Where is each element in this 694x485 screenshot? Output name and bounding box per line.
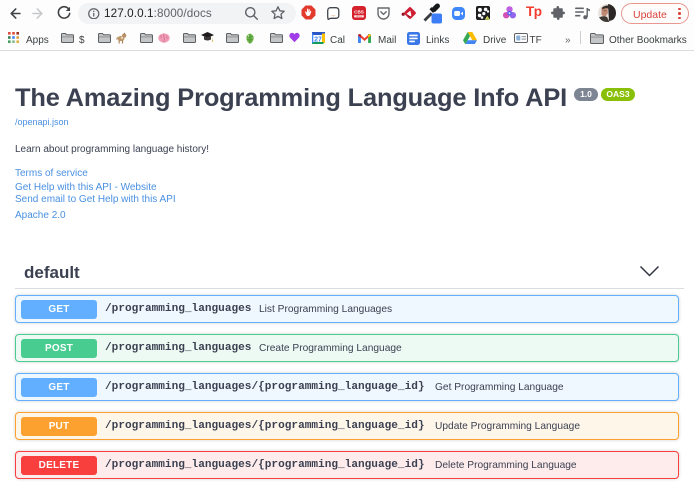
svg-text:CBS: CBS — [354, 10, 364, 15]
svg-text:27: 27 — [314, 36, 322, 43]
svg-text:NEWS: NEWS — [356, 16, 363, 18]
